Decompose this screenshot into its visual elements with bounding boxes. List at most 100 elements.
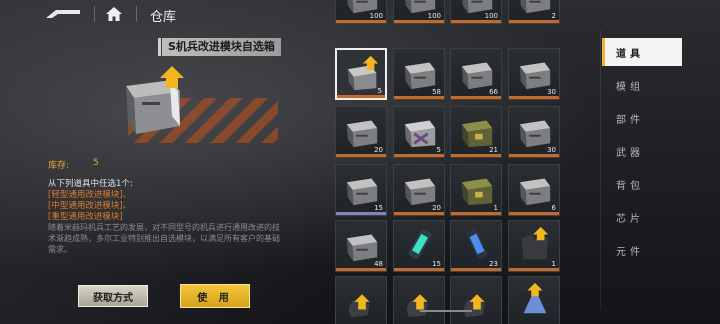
rarity-bar — [451, 212, 501, 215]
choose-text: 从下列道具中任选1个: — [48, 179, 133, 189]
rarity-bar — [451, 268, 501, 271]
inventory-slot[interactable]: 100 — [393, 0, 445, 24]
crate-icon — [461, 62, 493, 90]
inventory-slot[interactable]: 30 — [508, 48, 560, 100]
glove-arrow-icon — [348, 294, 370, 318]
inventory-slot[interactable] — [450, 276, 502, 324]
rarity-bar — [336, 212, 386, 215]
item-count: 20 — [374, 146, 383, 154]
rarity-bar — [509, 154, 559, 157]
back-arrow-icon — [46, 10, 80, 18]
item-count: 1 — [551, 260, 556, 268]
top-bar: 仓库 — [0, 0, 330, 30]
item-count: 100 — [369, 12, 383, 20]
inventory-slot[interactable]: 6 — [508, 164, 560, 216]
item-count: 100 — [484, 12, 498, 20]
inventory-slot[interactable]: 23 — [450, 220, 502, 272]
item-count: 1 — [493, 204, 498, 212]
emblem-arrow-icon — [523, 282, 547, 314]
rarity-bar — [451, 96, 501, 99]
item-name-label: S机兵改进模块自选箱 — [158, 38, 281, 56]
inventory-slot[interactable] — [508, 276, 560, 324]
stock-value: 5 — [93, 158, 99, 168]
tab-6[interactable]: 元件 — [602, 236, 682, 264]
item-count: 6 — [551, 204, 556, 212]
use-button[interactable]: 使 用 — [180, 284, 250, 308]
item-count: 58 — [432, 88, 441, 96]
crate-icon — [519, 120, 551, 148]
item-count: 5 — [377, 87, 382, 95]
crate-icon — [404, 62, 436, 90]
stock-row: 库存: 5 — [48, 158, 99, 171]
home-icon — [106, 7, 122, 21]
flavor-text: 随着米赫玛机兵工艺的发展，对不同型号的机兵进行通用改进的技术渐趋成熟，多尔工业特… — [48, 223, 280, 254]
inventory-slot[interactable]: 100 — [335, 0, 387, 24]
scrollbar[interactable] — [420, 310, 472, 312]
crate-icon — [126, 66, 184, 134]
home-button[interactable] — [104, 4, 124, 24]
rarity-bar — [336, 154, 386, 157]
glove-arrow-icon — [406, 294, 428, 318]
rarity-bar — [336, 268, 386, 271]
stock-label: 库存: — [48, 161, 70, 171]
item-count: 30 — [547, 88, 556, 96]
selected-item-image — [122, 64, 192, 136]
rarity-bar — [394, 268, 444, 271]
back-button[interactable] — [44, 6, 82, 22]
inventory-slot[interactable]: 5 — [335, 48, 387, 100]
crate-icon — [346, 120, 378, 148]
rarity-bar — [509, 212, 559, 215]
rarity-bar — [509, 268, 559, 271]
tab-3[interactable]: 武器 — [602, 137, 682, 165]
inventory-slot[interactable]: 15 — [393, 220, 445, 272]
item-count: 15 — [432, 260, 441, 268]
rarity-bar — [337, 95, 385, 98]
item-count: 21 — [489, 146, 498, 154]
inventory-slot[interactable]: 30 — [508, 106, 560, 158]
inventory-slot[interactable]: 48 — [335, 220, 387, 272]
glove-arrow-icon — [463, 294, 485, 318]
rarity-bar — [394, 20, 444, 23]
inventory-slot[interactable]: 15 — [335, 164, 387, 216]
tab-5[interactable]: 芯片 — [602, 203, 682, 231]
tab-1[interactable]: 模组 — [602, 71, 682, 99]
canister-teal-icon — [408, 229, 432, 259]
crate-icon — [346, 234, 378, 262]
inventory-slot[interactable] — [335, 276, 387, 324]
crate-icon — [404, 178, 436, 206]
option-item: [轻型通用改进模块]、 — [48, 190, 132, 200]
inventory-slot[interactable]: 1 — [508, 220, 560, 272]
page-title: 仓库 — [150, 10, 177, 25]
inventory-slot[interactable]: 5 — [393, 106, 445, 158]
rarity-bar — [509, 96, 559, 99]
inventory-grid: 100 100 100 2 5 58 66 30 20 5 21 30 15 20 1 6 48 15 23 1 — [330, 0, 560, 324]
item-count: 2 — [551, 12, 556, 20]
armor-arrow-icon — [521, 226, 549, 260]
canister-blue-icon — [466, 228, 488, 260]
crate-icon — [346, 178, 378, 206]
tab-0[interactable]: 道具 — [602, 38, 682, 66]
inventory-slot[interactable] — [393, 276, 445, 324]
acquire-method-button[interactable]: 获取方式 — [78, 285, 148, 307]
rarity-bar — [394, 154, 444, 157]
crate-icon — [519, 62, 551, 90]
item-count: 66 — [489, 88, 498, 96]
inventory-slot[interactable]: 20 — [335, 106, 387, 158]
inventory-slot[interactable]: 100 — [450, 0, 502, 24]
inventory-slot[interactable]: 20 — [393, 164, 445, 216]
inventory-slot[interactable]: 21 — [450, 106, 502, 158]
tabs-divider — [600, 30, 601, 310]
item-count: 30 — [547, 146, 556, 154]
crate-green-icon — [461, 120, 493, 148]
tab-2[interactable]: 部件 — [602, 104, 682, 132]
inventory-slot[interactable]: 58 — [393, 48, 445, 100]
rarity-bar — [336, 20, 386, 23]
inventory-slot[interactable]: 66 — [450, 48, 502, 100]
inventory-slot[interactable]: 1 — [450, 164, 502, 216]
options-description: 从下列道具中任选1个: [轻型通用改进模块]、 [中型通用改进模块]、 [重型通… — [48, 179, 133, 223]
tab-4[interactable]: 背包 — [602, 170, 682, 198]
option-item: [中型通用改进模块]、 — [48, 201, 132, 211]
rarity-bar — [394, 212, 444, 215]
inventory-slot[interactable]: 2 — [508, 0, 560, 24]
rarity-bar — [509, 20, 559, 23]
